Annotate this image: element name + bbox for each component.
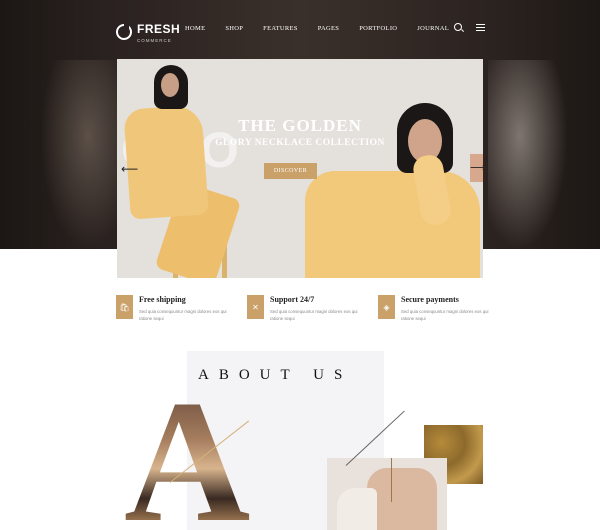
about-photo xyxy=(327,458,447,530)
feature-description: Sed quia consequuntur magni dolores eos … xyxy=(139,309,227,321)
feature-title: Secure payments xyxy=(401,295,459,304)
feature-title: Free shipping xyxy=(139,295,186,304)
model-left-face xyxy=(161,73,179,97)
nav-features[interactable]: FEATURES xyxy=(263,25,298,32)
arrow-left-icon[interactable]: ⟵ xyxy=(121,162,138,176)
logo-icon xyxy=(116,22,132,40)
hero-subtitle: GLORY NECKLACE COLLECTION xyxy=(215,138,385,148)
nav-journal[interactable]: JOURNAL xyxy=(417,25,449,32)
brand-logo[interactable]: FRESH COMMERCE xyxy=(116,20,180,43)
nav-home[interactable]: HOME xyxy=(185,25,205,32)
model-right-suit xyxy=(305,171,480,278)
hamburger-menu-icon[interactable] xyxy=(476,23,485,31)
brand-name: FRESH xyxy=(137,22,181,36)
nav-portfolio[interactable]: PORTFOLIO xyxy=(359,25,397,32)
photo-necklace xyxy=(391,458,392,502)
photo-model-back xyxy=(367,468,437,530)
photo-model-jacket xyxy=(337,488,377,530)
background-model-left xyxy=(40,60,120,250)
hero-slider[interactable]: ODO THE GOLDEN GLORY NECKLACE COLLECTION… xyxy=(117,59,483,278)
feature-support: ✕ Support 24/7 Sed quia consequuntur mag… xyxy=(247,295,360,322)
feature-description: Sed quia consequuntur magni dolores eos … xyxy=(401,309,489,321)
nav-icons xyxy=(454,23,485,31)
bag-icon: 🛍 xyxy=(116,295,133,319)
about-big-letter: A xyxy=(124,374,250,530)
brand-tagline: COMMERCE xyxy=(137,38,172,43)
feature-secure-payments: ◈ Secure payments Sed quia consequuntur … xyxy=(378,295,491,322)
nav-pages[interactable]: PAGES xyxy=(318,25,340,32)
card-icon: ◈ xyxy=(378,295,395,319)
feature-title: Support 24/7 xyxy=(270,295,315,304)
discover-button[interactable]: DISCOVER xyxy=(264,163,317,179)
search-icon[interactable] xyxy=(454,23,462,31)
background-model-right xyxy=(488,60,568,250)
feature-description: Sed quia consequuntur magni dolores eos … xyxy=(270,309,358,321)
nav-shop[interactable]: SHOP xyxy=(225,25,243,32)
arrow-right-icon[interactable]: ⟶ xyxy=(470,154,483,182)
feature-free-shipping: 🛍 Free shipping Sed quia consequuntur ma… xyxy=(116,295,229,322)
hero-title: THE GOLDEN xyxy=(238,116,362,135)
main-nav: HOME SHOP FEATURES PAGES PORTFOLIO JOURN… xyxy=(185,25,469,32)
support-icon: ✕ xyxy=(247,295,264,319)
